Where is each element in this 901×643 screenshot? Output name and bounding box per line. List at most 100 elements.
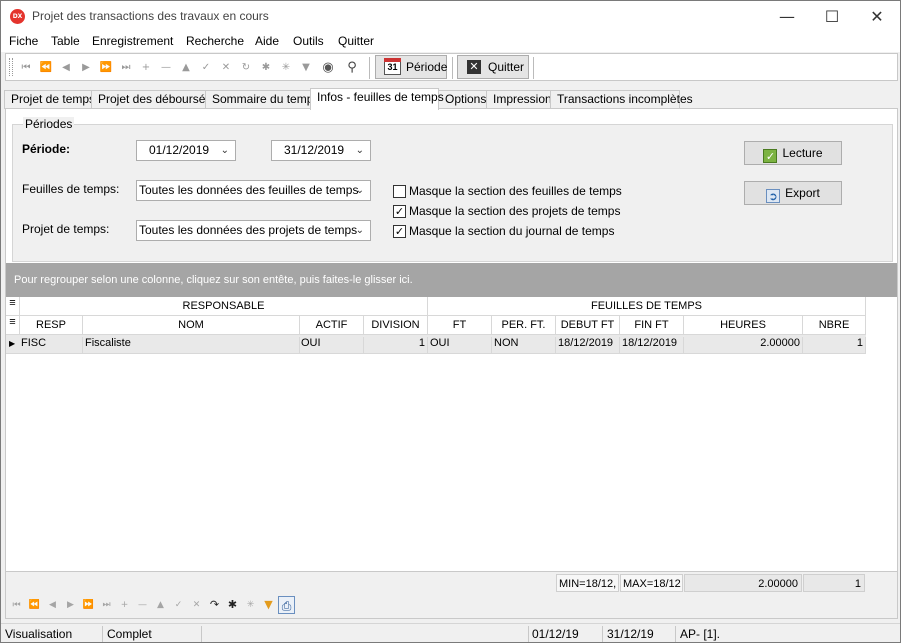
- filter-icon[interactable]: ▼: [260, 596, 277, 614]
- delete-icon[interactable]: —: [134, 596, 151, 614]
- asterisk-filter-icon[interactable]: ✳: [276, 58, 296, 78]
- cell-ft[interactable]: OUI: [428, 337, 492, 354]
- next-page-icon[interactable]: ⏩: [96, 58, 116, 78]
- column-header-nbre[interactable]: NBRE: [803, 316, 866, 335]
- toolbar-grip[interactable]: [9, 58, 13, 76]
- next-record-icon[interactable]: ▶: [62, 596, 79, 614]
- date-from-picker[interactable]: 01/12/2019 ⌄: [136, 140, 236, 161]
- next-page-icon[interactable]: ⏩: [80, 596, 97, 614]
- table-row[interactable]: ▶ FISC Fiscaliste OUI 1 OUI NON 18/12/20…: [6, 335, 866, 354]
- column-header-per-ft[interactable]: PER. FT.: [492, 316, 556, 335]
- status-separator: [528, 626, 529, 642]
- checkbox-box[interactable]: ✓: [393, 205, 406, 218]
- column-header-division[interactable]: DIVISION: [364, 316, 428, 335]
- cell-heures[interactable]: 2.00000: [684, 337, 803, 354]
- column-header-fin-ft[interactable]: FIN FT: [620, 316, 684, 335]
- export-button[interactable]: ➲ Export: [744, 181, 842, 205]
- binoculars-icon[interactable]: ◉: [318, 58, 338, 78]
- last-record-icon[interactable]: ⏭: [98, 596, 115, 614]
- feuilles-select[interactable]: Toutes les données des feuilles de temps…: [136, 180, 371, 201]
- tab-projet-de-temps[interactable]: Projet de temps: [4, 90, 95, 109]
- prev-record-icon[interactable]: ◀: [56, 58, 76, 78]
- delete-icon[interactable]: —: [156, 58, 176, 78]
- menu-enregistrement[interactable]: Enregistrement: [92, 34, 173, 48]
- cancel-icon[interactable]: ✕: [216, 58, 236, 78]
- tab-impression[interactable]: Impression: [486, 90, 552, 109]
- first-record-icon[interactable]: ⏮: [8, 596, 25, 614]
- refresh-icon[interactable]: ↻: [236, 58, 256, 78]
- first-record-icon[interactable]: ⏮: [16, 58, 36, 78]
- refresh-icon[interactable]: ↷: [206, 596, 223, 614]
- insert-icon[interactable]: +: [116, 596, 133, 614]
- column-chooser-icon[interactable]: ≡: [6, 316, 20, 335]
- print-icon[interactable]: ⎙: [278, 596, 295, 614]
- tab-options[interactable]: Options: [438, 90, 487, 109]
- grid-footer: MIN=18/12, MAX=18/12 2.00000 1: [6, 571, 897, 593]
- checkbox-box[interactable]: ✓: [393, 225, 406, 238]
- column-header-heures[interactable]: HEURES: [684, 316, 803, 335]
- cancel-icon[interactable]: ✕: [188, 596, 205, 614]
- minimize-icon[interactable]: —: [764, 1, 810, 32]
- asterisk-icon[interactable]: ✱: [256, 58, 276, 78]
- tab-projet-des-debourses[interactable]: Projet des déboursés: [91, 90, 211, 109]
- maximize-icon[interactable]: ☐: [809, 1, 855, 32]
- edit-icon[interactable]: ▲: [152, 596, 169, 614]
- insert-icon[interactable]: +: [136, 58, 156, 78]
- tab-infos-feuilles-de-temps[interactable]: Infos - feuilles de temps: [310, 88, 444, 110]
- cell-nom[interactable]: Fiscaliste: [83, 337, 300, 354]
- menu-fiche[interactable]: Fiche: [9, 34, 38, 48]
- projet-select[interactable]: Toutes les données des projets de temps …: [136, 220, 371, 241]
- chevron-down-icon[interactable]: ⌄: [356, 181, 364, 200]
- menu-aide[interactable]: Aide: [255, 34, 279, 48]
- export-button-label: Export: [785, 186, 820, 200]
- prev-record-icon[interactable]: ◀: [44, 596, 61, 614]
- date-to-picker[interactable]: 31/12/2019 ⌄: [271, 140, 371, 161]
- periode-button-label: Période: [406, 60, 448, 74]
- lecture-button[interactable]: ✓ Lecture: [744, 141, 842, 165]
- chevron-down-icon[interactable]: ⌄: [356, 221, 364, 240]
- tab-transactions-incompletes[interactable]: Transactions incomplètes: [550, 90, 693, 109]
- column-header-debut-ft[interactable]: DEBUT FT: [556, 316, 620, 335]
- cell-division[interactable]: 1: [364, 337, 428, 354]
- quitter-button[interactable]: ✕ Quitter: [457, 55, 529, 79]
- band-responsable[interactable]: RESPONSABLE: [20, 297, 428, 316]
- asterisk-filter-icon[interactable]: ✳: [242, 596, 259, 614]
- close-icon[interactable]: ✕: [854, 1, 900, 32]
- last-record-icon[interactable]: ⏭: [116, 58, 136, 78]
- search-icon[interactable]: ⚲: [342, 58, 362, 78]
- post-icon[interactable]: ✓: [170, 596, 187, 614]
- band-feuilles-de-temps[interactable]: FEUILLES DE TEMPS: [428, 297, 866, 316]
- periode-button[interactable]: 31 Période: [375, 55, 447, 79]
- prev-page-icon[interactable]: ⏪: [36, 58, 56, 78]
- column-header-nom[interactable]: NOM: [83, 316, 300, 335]
- cell-nbre[interactable]: 1: [803, 337, 866, 354]
- group-by-panel[interactable]: Pour regrouper selon une colonne, clique…: [6, 263, 897, 297]
- post-icon[interactable]: ✓: [196, 58, 216, 78]
- band-indicator-icon[interactable]: ≡: [6, 297, 20, 316]
- cell-per-ft[interactable]: NON: [492, 337, 556, 354]
- tab-sommaire-du-temps[interactable]: Sommaire du temps: [205, 90, 319, 109]
- column-header-ft[interactable]: FT: [428, 316, 492, 335]
- menu-outils[interactable]: Outils: [293, 34, 324, 48]
- chevron-down-icon[interactable]: ⌄: [221, 141, 229, 160]
- menu-table[interactable]: Table: [51, 34, 80, 48]
- projet-select-value: Toutes les données des projets de temps: [139, 223, 358, 237]
- prev-page-icon[interactable]: ⏪: [26, 596, 43, 614]
- asterisk-icon[interactable]: ✱: [224, 596, 241, 614]
- cell-fin-ft[interactable]: 18/12/2019: [620, 337, 684, 354]
- periode-label: Période:: [22, 142, 71, 156]
- footer-min-debut: MIN=18/12,: [556, 574, 619, 592]
- column-header-actif[interactable]: ACTIF: [300, 316, 364, 335]
- next-record-icon[interactable]: ▶: [76, 58, 96, 78]
- menu-recherche[interactable]: Recherche: [186, 34, 244, 48]
- column-header-resp[interactable]: RESP: [20, 316, 83, 335]
- lecture-button-label: Lecture: [782, 146, 823, 160]
- cell-resp[interactable]: FISC: [20, 337, 83, 354]
- edit-icon[interactable]: ▲: [176, 58, 196, 78]
- checkbox-box[interactable]: [393, 185, 406, 198]
- filter-icon[interactable]: ▼: [296, 58, 316, 78]
- menu-quitter[interactable]: Quitter: [338, 34, 374, 48]
- chevron-down-icon[interactable]: ⌄: [356, 141, 364, 160]
- cell-actif[interactable]: OUI: [300, 337, 364, 354]
- cell-debut-ft[interactable]: 18/12/2019: [556, 337, 620, 354]
